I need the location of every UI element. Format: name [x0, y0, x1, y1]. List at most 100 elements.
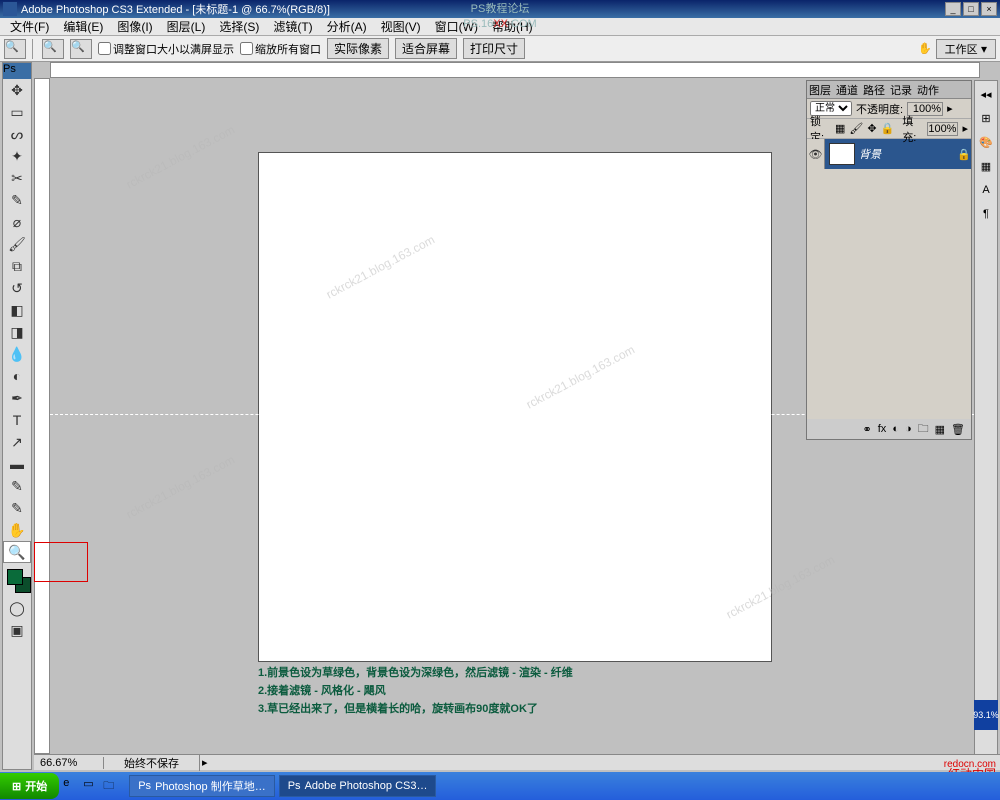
task-photoshop-tutorial[interactable]: PsPhotoshop 制作草地…	[129, 775, 275, 797]
stamp-tool[interactable]: ⧉	[3, 255, 31, 277]
navigator-icon[interactable]: ⊞	[975, 107, 997, 129]
tab-channels[interactable]: 通道	[836, 82, 858, 98]
foreground-color[interactable]	[7, 569, 23, 585]
menu-select[interactable]: 选择(S)	[213, 17, 265, 36]
layer-name[interactable]: 背景	[859, 146, 957, 162]
menu-edit[interactable]: 编辑(E)	[57, 17, 109, 36]
menu-filter[interactable]: 滤镜(T)	[267, 17, 318, 36]
status-bar: 66.67% 始终不保存 ▸	[34, 754, 1000, 770]
gradient-tool[interactable]: ◨	[3, 321, 31, 343]
toolbox-header[interactable]: Ps	[3, 63, 31, 79]
crop-tool[interactable]: ✂	[3, 167, 31, 189]
slice-tool[interactable]: ✎	[3, 189, 31, 211]
maximize-button[interactable]: □	[963, 2, 979, 16]
shape-tool[interactable]: ▬	[3, 453, 31, 475]
layer-mask-icon[interactable]: ◐	[892, 423, 899, 435]
lasso-tool[interactable]: ᔕ	[3, 123, 31, 145]
tutorial-instructions: 1.前景色设为草绿色，背景色设为深绿色，然后滤镜 - 渲染 - 纤维 2.接着滤…	[258, 664, 573, 718]
history-brush-tool[interactable]: ↺	[3, 277, 31, 299]
zoom-all-checkbox[interactable]: 缩放所有窗口	[240, 41, 321, 57]
minimize-button[interactable]: _	[945, 2, 961, 16]
link-layers-icon[interactable]: ⚭	[863, 423, 872, 436]
group-icon[interactable]: 🗀	[918, 420, 929, 439]
menu-file[interactable]: 文件(F)	[4, 17, 55, 36]
hand-tool[interactable]: ✋	[3, 519, 31, 541]
status-arrow-icon[interactable]: ▸	[202, 756, 208, 769]
print-size-button[interactable]: 打印尺寸	[463, 38, 525, 59]
fill-label: 填充:	[902, 113, 923, 145]
layer-row-background[interactable]: 👁 背景 🔒	[807, 139, 971, 169]
ql-desktop-icon[interactable]: ▭	[83, 777, 101, 795]
type-tool[interactable]: T	[3, 409, 31, 431]
menu-window[interactable]: 窗口(W)	[429, 17, 484, 36]
menu-layer[interactable]: 图层(L)	[161, 17, 212, 36]
eraser-tool[interactable]: ◧	[3, 299, 31, 321]
tools-panel: Ps ✥ ▭ ᔕ ✦ ✂ ✎ ⌀ 🖌 ⧉ ↺ ◧ ◨ 💧 ◐ ✒ T ↗ ▬ ✎…	[2, 62, 32, 770]
marquee-tool[interactable]: ▭	[3, 101, 31, 123]
start-button[interactable]: ⊞ 开始	[0, 773, 59, 799]
brush-tool[interactable]: 🖌	[3, 233, 31, 255]
adjustment-layer-icon[interactable]: ◑	[905, 423, 912, 435]
hand-icon[interactable]: ✋	[918, 42, 932, 55]
menu-analysis[interactable]: 分析(A)	[321, 17, 373, 36]
vertical-ruler	[34, 78, 50, 754]
layer-style-icon[interactable]: fx	[878, 423, 887, 435]
menu-view[interactable]: 视图(V)	[375, 17, 427, 36]
color-swatches[interactable]	[3, 567, 31, 597]
windows-taskbar: ⊞ 开始 e ▭ 🗀 PsPhotoshop 制作草地… PsAdobe Pho…	[0, 772, 1000, 800]
layer-thumbnail[interactable]	[829, 143, 855, 165]
heal-tool[interactable]: ⌀	[3, 211, 31, 233]
zoom-tool[interactable]: 🔍	[3, 541, 31, 563]
wand-tool[interactable]: ✦	[3, 145, 31, 167]
path-tool[interactable]: ↗	[3, 431, 31, 453]
lock-position-icon[interactable]: ✥	[867, 122, 876, 135]
tab-layers[interactable]: 图层	[809, 82, 831, 98]
layers-panel: 图层 通道 路径 记录 动作 正常 不透明度: 100%▸ 锁定: ▦ 🖌 ✥ …	[806, 80, 972, 440]
swatches-icon[interactable]: ▦	[975, 155, 997, 177]
character-icon[interactable]: ¶	[975, 203, 997, 225]
blur-tool[interactable]: 💧	[3, 343, 31, 365]
ql-folder-icon[interactable]: 🗀	[103, 777, 121, 795]
tab-paths[interactable]: 路径	[863, 82, 885, 98]
workspace-dropdown[interactable]: 工作区 ▾	[936, 39, 996, 59]
tab-history[interactable]: 记录	[890, 82, 912, 98]
zoom-in-icon[interactable]: 🔍	[42, 39, 64, 59]
zoom-level[interactable]: 66.67%	[34, 757, 104, 769]
opacity-label: 不透明度:	[856, 101, 903, 117]
lock-all-icon[interactable]: 🔒	[881, 122, 895, 135]
zoom-out-icon[interactable]: 🔍	[70, 39, 92, 59]
move-tool[interactable]: ✥	[3, 79, 31, 101]
lock-transparent-icon[interactable]: ▦	[835, 122, 845, 135]
eyedropper-tool[interactable]: ✎	[3, 497, 31, 519]
menu-help[interactable]: 帮助(H)	[486, 17, 539, 36]
ql-ie-icon[interactable]: e	[63, 777, 81, 795]
tab-actions[interactable]: 动作	[917, 82, 939, 98]
close-button[interactable]: ×	[981, 2, 997, 16]
horizontal-ruler	[50, 62, 980, 78]
fill-input[interactable]: 100%	[927, 122, 958, 136]
color-icon[interactable]: 🎨	[975, 131, 997, 153]
new-layer-icon[interactable]: ▦	[935, 423, 945, 436]
canvas[interactable]	[258, 152, 772, 662]
zoom-tool-icon[interactable]: 🔍	[4, 39, 26, 59]
delete-layer-icon[interactable]: 🗑	[951, 423, 965, 436]
navigator-percent: 93.1%	[974, 700, 998, 730]
notes-tool[interactable]: ✎	[3, 475, 31, 497]
styles-icon[interactable]: A	[975, 179, 997, 201]
visibility-icon[interactable]: 👁	[807, 139, 825, 169]
fit-screen-button[interactable]: 适合屏幕	[395, 38, 457, 59]
lock-icon: 🔒	[957, 148, 971, 161]
quickmask-toggle[interactable]: ◯	[3, 597, 31, 619]
pen-tool[interactable]: ✒	[3, 387, 31, 409]
window-title: Adobe Photoshop CS3 Extended - [未标题-1 @ …	[21, 1, 945, 17]
lock-image-icon[interactable]: 🖌	[849, 122, 863, 135]
right-dock: ◂◂ ⊞ 🎨 ▦ A ¶	[974, 80, 998, 770]
menu-image[interactable]: 图像(I)	[111, 17, 158, 36]
dodge-tool[interactable]: ◐	[3, 365, 31, 387]
actual-pixels-button[interactable]: 实际像素	[327, 38, 389, 59]
dock-collapse-icon[interactable]: ◂◂	[975, 83, 997, 105]
doc-status[interactable]: 始终不保存	[104, 755, 200, 771]
fit-window-checkbox[interactable]: 调整窗口大小以满屏显示	[98, 41, 234, 57]
screenmode-toggle[interactable]: ▣	[3, 619, 31, 641]
task-photoshop-app[interactable]: PsAdobe Photoshop CS3…	[279, 775, 437, 797]
